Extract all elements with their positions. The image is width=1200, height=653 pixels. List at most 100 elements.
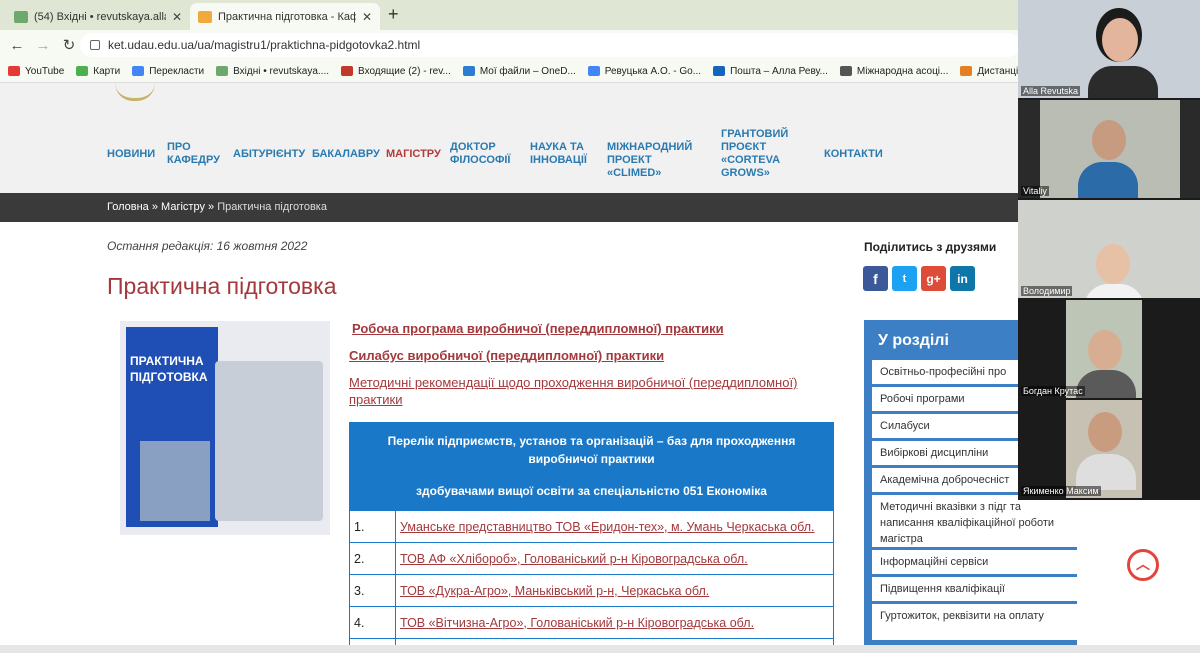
browser-tab-active[interactable]: Практична підготовка - Кафедр ✕: [190, 3, 380, 30]
row-number: 3.: [349, 574, 396, 607]
bookmark-item[interactable]: Пошта – Алла Реву...: [713, 66, 828, 77]
twitter-icon[interactable]: t: [892, 266, 917, 291]
hero-photo: [215, 361, 323, 521]
menu-item-applicants[interactable]: АБІТУРІЄНТУ: [233, 148, 305, 161]
bookmark-label: Карти: [93, 65, 121, 77]
hero-text: ПРАКТИЧНА ПІДГОТОВКА: [130, 354, 208, 384]
back-arrow-icon[interactable]: ←: [4, 37, 30, 54]
bookmark-item[interactable]: Мої файли – OneD...: [462, 66, 576, 77]
page-title: Практична підготовка: [107, 273, 337, 299]
bookmark-label: Вхідні • revutskaya....: [233, 65, 330, 77]
last-edit-date: Остання редакція: 16 жовтня 2022: [107, 239, 308, 253]
table-header-line: Перелік підприємств, установ та організа…: [387, 434, 796, 448]
reload-icon[interactable]: ↻: [56, 36, 82, 54]
close-icon[interactable]: ✕: [172, 10, 182, 24]
section-item[interactable]: Підвищення кваліфікації: [872, 577, 1077, 601]
linkedin-icon[interactable]: in: [950, 266, 975, 291]
participant-name: Alla Revutska: [1021, 86, 1081, 96]
link-work-program[interactable]: Робоча програма виробничої (переддипломн…: [352, 320, 829, 337]
bookmark-item[interactable]: Карти: [76, 66, 120, 77]
table-header: Перелік підприємств, установ та організа…: [349, 422, 834, 510]
row-number: 4.: [349, 606, 396, 639]
menu-item-climed[interactable]: МІЖНАРОДНИЙ ПРОЕКТ «CLIMED»: [607, 141, 707, 180]
new-tab-plus-icon[interactable]: +: [388, 4, 399, 25]
participant-face: [1088, 412, 1122, 452]
section-item[interactable]: Гуртожиток, реквізити на оплату: [872, 604, 1077, 640]
association-icon: [839, 66, 852, 76]
drive-icon: [587, 66, 600, 76]
enterprises-table: 1. Уманське представництво ТОВ «Еридон-те…: [349, 510, 834, 653]
facebook-icon[interactable]: f: [863, 266, 888, 291]
table-header-line: здобувачами вищої освіти за спеціальніст…: [416, 484, 767, 498]
section-item[interactable]: Інформаційні сервіси: [872, 550, 1077, 574]
url-field[interactable]: ket.udau.edu.ua/ua/magistru1/praktichna-…: [80, 33, 1020, 57]
row-org-link[interactable]: Уманське представництво ТОВ «Еридон-тех»…: [395, 510, 834, 543]
education-icon: [960, 66, 973, 76]
tab-title: Практична підготовка - Кафедр: [218, 10, 356, 23]
url-text: ket.udau.edu.ua/ua/magistru1/praktichna-…: [108, 38, 421, 52]
translate-icon: [132, 66, 145, 76]
link-syllabus[interactable]: Силабус виробничої (переддипломної) прак…: [349, 347, 829, 364]
menu-item-master[interactable]: МАГІСТРУ: [386, 148, 441, 161]
row-number: 2.: [349, 542, 396, 575]
participant-face: [1096, 244, 1130, 284]
video-call-panel: Alla Revutska Vitaliy Володимир Богдан К…: [1018, 0, 1200, 500]
video-tile[interactable]: Богдан Крутас: [1018, 300, 1200, 398]
mail-icon: [216, 66, 229, 76]
menu-item-science[interactable]: НАУКА ТА ІННОВАЦІЇ: [530, 141, 592, 167]
section-item[interactable]: Методичні вказівки з підг та написання к…: [872, 495, 1077, 547]
participant-face: [1088, 330, 1122, 370]
bookmark-item[interactable]: YouTube: [8, 66, 64, 77]
row-org-link[interactable]: ТОВ «Дукра-Агро», Маньківський р-н, Черк…: [395, 574, 834, 607]
video-tile[interactable]: Alla Revutska: [1018, 0, 1200, 98]
lock-icon: [90, 40, 100, 50]
close-icon[interactable]: ✕: [362, 10, 372, 24]
participant-face: [1092, 120, 1126, 160]
video-tile[interactable]: Володимир: [1018, 200, 1200, 298]
row-org-link[interactable]: ТОВ АФ «Хлібороб», Голованіський р-н Кір…: [395, 542, 834, 575]
tab-title: (54) Вхідні • revutskaya.alla@ukr.: [34, 10, 166, 23]
breadcrumb-home[interactable]: Головна: [107, 201, 149, 213]
breadcrumb-section[interactable]: Магістру: [161, 201, 205, 213]
bookmark-label: Входящие (2) - rev...: [358, 65, 451, 77]
bookmark-item[interactable]: Міжнародна асоці...: [839, 66, 948, 77]
participant-body: [1076, 454, 1136, 490]
table-row: 4. ТОВ «Вітчизна-Агро», Голованіський р-н…: [349, 606, 834, 639]
hero-photo-secondary: [140, 441, 210, 521]
menu-item-contacts[interactable]: КОНТАКТИ: [824, 148, 883, 161]
menu-item-corteva[interactable]: ГРАНТОВИЙ ПРОЄКТ «CORTEVA GROWS»: [721, 128, 791, 180]
google-plus-icon[interactable]: g+: [921, 266, 946, 291]
browser-tab-gmail[interactable]: (54) Вхідні • revutskaya.alla@ukr. ✕: [6, 3, 190, 30]
participant-name: Vitaliy: [1021, 186, 1049, 196]
participant-name: Володимир: [1021, 286, 1073, 296]
video-tile[interactable]: Якименко Максим: [1018, 400, 1200, 498]
chevron-up-icon[interactable]: ︿: [1127, 549, 1159, 581]
breadcrumb-current: Практична підготовка: [217, 201, 327, 213]
link-guidelines[interactable]: Методичні рекомендації щодо проходження …: [349, 374, 829, 408]
share-title: Поділитись з друзями: [864, 240, 997, 254]
bookmark-label: Ревуцька А.О. - Go...: [604, 65, 702, 77]
table-row: 2. ТОВ АФ «Хлібороб», Голованіський р-н К…: [349, 542, 834, 575]
hero-image: ПРАКТИЧНА ПІДГОТОВКА: [120, 321, 330, 535]
horizontal-scrollbar[interactable]: [0, 645, 1200, 653]
share-icons: f t g+ in: [863, 266, 975, 291]
bookmark-item[interactable]: Ревуцька А.О. - Go...: [587, 65, 702, 77]
participant-name: Богдан Крутас: [1021, 386, 1085, 396]
mail-icon: [14, 10, 28, 23]
menu-item-news[interactable]: НОВИНИ: [107, 148, 155, 161]
menu-item-bachelor[interactable]: БАКАЛАВРУ: [312, 148, 380, 161]
bookmark-item[interactable]: Входящие (2) - rev...: [341, 66, 451, 77]
onedrive-icon: [462, 66, 475, 76]
bookmark-label: Перекласти: [149, 65, 205, 77]
bookmark-item[interactable]: Перекласти: [132, 66, 204, 77]
menu-item-phd[interactable]: ДОКТОР ФІЛОСОФІЇ: [450, 141, 512, 167]
row-org-link[interactable]: ТОВ «Вітчизна-Агро», Голованіський р-н К…: [395, 606, 834, 639]
video-tile[interactable]: Vitaliy: [1018, 100, 1200, 198]
participant-name: Якименко Максим: [1021, 486, 1101, 496]
participant-body: [1084, 284, 1144, 298]
site-logo[interactable]: [115, 83, 155, 101]
menu-item-about[interactable]: ПРО КАФЕДРУ: [167, 141, 222, 167]
table-header-line: виробничої практики: [528, 452, 655, 466]
bookmark-item[interactable]: Вхідні • revutskaya....: [216, 66, 329, 77]
forward-arrow-icon[interactable]: →: [30, 37, 56, 54]
